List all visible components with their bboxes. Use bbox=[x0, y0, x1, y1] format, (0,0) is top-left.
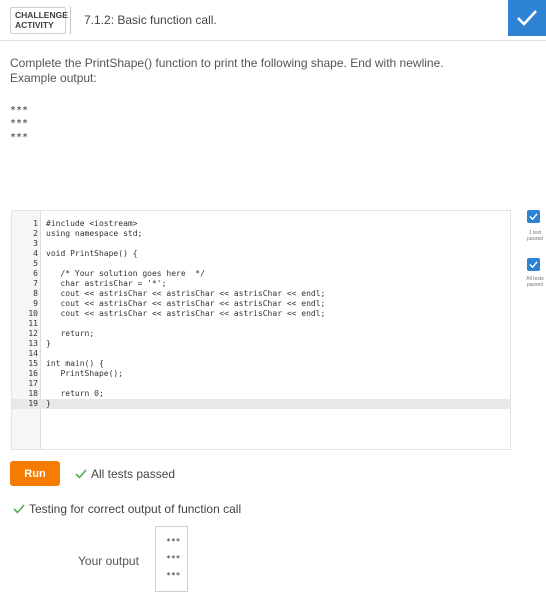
code-line[interactable]: 1 #include <iostream> bbox=[12, 219, 510, 229]
line-number: 11 bbox=[28, 319, 38, 328]
line-number: 8 bbox=[33, 289, 38, 298]
badge-line-1: CHALLENGE bbox=[15, 10, 68, 20]
all-tests-passed-check-icon bbox=[527, 258, 540, 271]
code-text[interactable]: return; bbox=[46, 329, 94, 339]
code-line[interactable]: 15 int main() { bbox=[12, 359, 510, 369]
check-icon bbox=[13, 504, 25, 514]
line-number: 9 bbox=[33, 299, 38, 308]
code-line[interactable]: 16 PrintShape(); bbox=[12, 369, 510, 379]
code-text[interactable]: } bbox=[46, 339, 51, 349]
example-output-line: *** bbox=[10, 118, 29, 130]
code-line[interactable]: 17 bbox=[12, 379, 510, 389]
code-text[interactable]: int main() { bbox=[46, 359, 104, 369]
code-editor[interactable]: 1 #include <iostream> 2 using namespace std… bbox=[11, 210, 511, 450]
code-line[interactable]: 12 return; bbox=[12, 329, 510, 339]
your-output-line: *** bbox=[166, 554, 181, 563]
example-output: *** *** *** bbox=[10, 104, 28, 144]
test-passed-label: 1 test passed bbox=[524, 230, 546, 242]
line-number: 18 bbox=[28, 389, 38, 398]
code-text[interactable]: #include <iostream> bbox=[46, 219, 138, 229]
activity-title: 7.1.2: Basic function call. bbox=[84, 13, 217, 27]
line-number: 3 bbox=[33, 239, 38, 248]
code-line[interactable]: 19} bbox=[12, 399, 510, 409]
test-case-header: Testing for correct output of function c… bbox=[13, 502, 241, 516]
your-output-box: *** *** *** bbox=[155, 526, 188, 592]
completion-badge bbox=[508, 0, 546, 36]
code-text[interactable]: void PrintShape() { bbox=[46, 249, 138, 259]
code-line[interactable]: 3 bbox=[12, 239, 510, 249]
example-output-label: Example output: bbox=[10, 71, 97, 85]
line-number: 5 bbox=[33, 259, 38, 268]
challenge-activity-badge: CHALLENGE ACTIVITY bbox=[10, 7, 68, 34]
line-number: 1 bbox=[33, 219, 38, 228]
test-result-status: All tests passed bbox=[75, 467, 175, 481]
code-line[interactable]: 18 return 0; bbox=[12, 389, 510, 399]
code-line[interactable]: 4 void PrintShape() { bbox=[12, 249, 510, 259]
test-passed-label-line: passed bbox=[526, 236, 544, 242]
line-number: 16 bbox=[28, 369, 38, 378]
line-number: 19 bbox=[28, 399, 38, 408]
your-output-label: Your output bbox=[78, 554, 139, 568]
all-tests-passed-label-line: passed bbox=[526, 282, 544, 288]
code-line[interactable]: 8 cout << astrisChar << astrisChar << as… bbox=[12, 289, 510, 299]
example-output-line: *** bbox=[10, 105, 29, 116]
example-output-line: *** bbox=[10, 131, 29, 143]
code-text[interactable]: char astrisChar = '*'; bbox=[46, 279, 166, 289]
line-number: 2 bbox=[33, 229, 38, 238]
your-output-text: *** *** *** bbox=[156, 527, 187, 584]
test-result-text: All tests passed bbox=[91, 467, 176, 481]
code-line[interactable]: 2 using namespace std; bbox=[12, 229, 510, 239]
code-line[interactable]: 14 bbox=[12, 349, 510, 359]
code-text[interactable]: } bbox=[46, 399, 51, 409]
test-case-label: Testing for correct output of function c… bbox=[29, 502, 242, 516]
line-number: 4 bbox=[33, 249, 38, 258]
code-line[interactable]: 6 /* Your solution goes here */ bbox=[12, 269, 510, 279]
all-tests-passed-label: All tests passed bbox=[524, 276, 546, 288]
your-output-line: *** bbox=[166, 537, 181, 546]
line-number: 6 bbox=[33, 269, 38, 278]
run-button[interactable]: Run bbox=[10, 461, 60, 486]
code-text[interactable]: cout << astrisChar << astrisChar << astr… bbox=[46, 309, 325, 319]
code-text[interactable]: cout << astrisChar << astrisChar << astr… bbox=[46, 299, 325, 309]
code-line[interactable]: 11 bbox=[12, 319, 510, 329]
header-divider bbox=[70, 6, 71, 34]
instructions: Complete the PrintShape() function to pr… bbox=[10, 56, 444, 86]
your-output-line: *** bbox=[166, 571, 181, 580]
code-line[interactable]: 5 bbox=[12, 259, 510, 269]
code-line[interactable]: 9 cout << astrisChar << astrisChar << as… bbox=[12, 299, 510, 309]
check-icon bbox=[75, 469, 87, 479]
check-icon bbox=[517, 10, 537, 26]
line-number: 14 bbox=[28, 349, 38, 358]
code-line[interactable]: 13} bbox=[12, 339, 510, 349]
line-number: 17 bbox=[28, 379, 38, 388]
test-passed-check-icon bbox=[527, 210, 540, 223]
code-line[interactable]: 7 char astrisChar = '*'; bbox=[12, 279, 510, 289]
line-number: 7 bbox=[33, 279, 38, 288]
line-number: 12 bbox=[28, 329, 38, 338]
code-text[interactable]: using namespace std; bbox=[46, 229, 142, 239]
code-text[interactable]: PrintShape(); bbox=[46, 369, 123, 379]
header-rule bbox=[0, 40, 546, 41]
code-line[interactable]: 10 cout << astrisChar << astrisChar << a… bbox=[12, 309, 510, 319]
badge-line-2: ACTIVITY bbox=[15, 20, 54, 30]
line-number: 10 bbox=[28, 309, 38, 318]
code-text[interactable]: return 0; bbox=[46, 389, 103, 399]
activity-header: CHALLENGE ACTIVITY 7.1.2: Basic function… bbox=[0, 0, 546, 40]
line-number: 15 bbox=[28, 359, 38, 368]
code-text[interactable]: cout << astrisChar << astrisChar << astr… bbox=[46, 289, 325, 299]
line-number: 13 bbox=[28, 339, 38, 348]
code-text[interactable]: /* Your solution goes here */ bbox=[46, 269, 205, 279]
instructions-text: Complete the PrintShape() function to pr… bbox=[10, 56, 444, 70]
